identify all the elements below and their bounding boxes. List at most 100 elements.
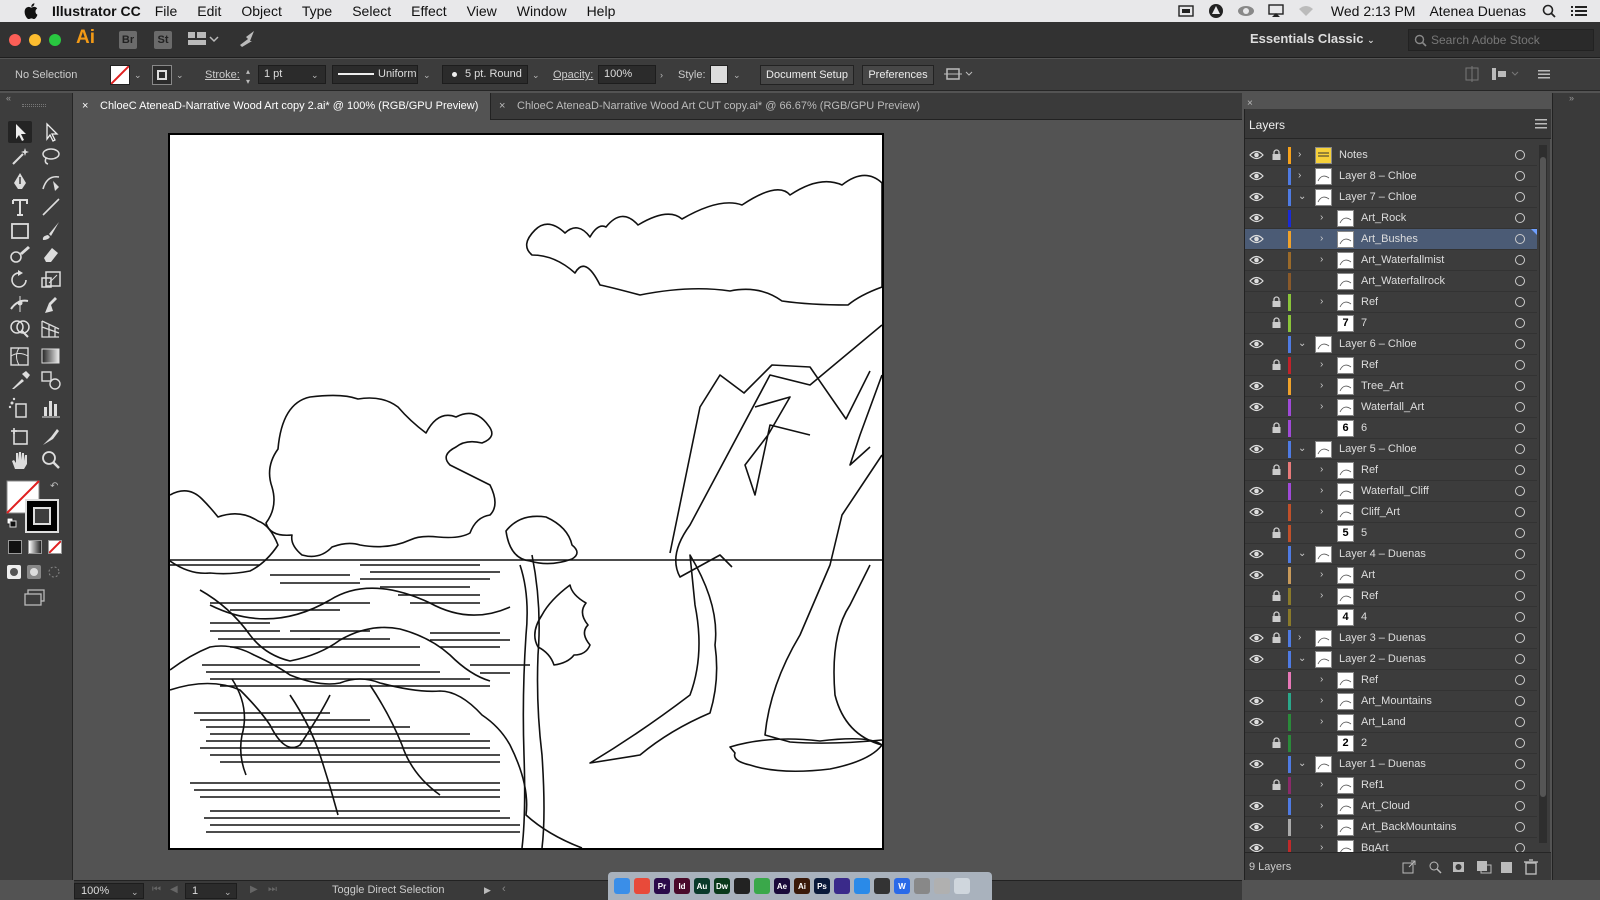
layer-name[interactable]: Layer 4 – Duenas	[1339, 548, 1426, 560]
dock-app-icon[interactable]: Ai	[794, 878, 810, 894]
layer-name[interactable]: Ref	[1361, 296, 1378, 308]
tab-document-1[interactable]: × ChloeC AteneaD-Narrative Wood Art copy…	[74, 93, 490, 120]
scale-tool-icon[interactable]	[39, 269, 63, 291]
app-name-menu[interactable]: Illustrator CC	[52, 3, 141, 19]
chevron-right-icon[interactable]: ›	[1298, 170, 1308, 182]
layer-name[interactable]: 6	[1361, 422, 1367, 434]
visibility-eye-icon[interactable]	[1249, 779, 1264, 791]
layer-row[interactable]: › Layer 3 – Duenas	[1245, 628, 1537, 649]
menu-file[interactable]: File	[155, 3, 178, 19]
sublayer-row[interactable]: 66	[1245, 418, 1537, 439]
chevron-right-icon[interactable]: ›	[1320, 380, 1330, 392]
rotate-tool-icon[interactable]	[8, 269, 32, 291]
lock-icon[interactable]	[1271, 737, 1282, 749]
chevron-right-icon[interactable]: ›	[1320, 359, 1330, 371]
visibility-eye-icon[interactable]	[1249, 821, 1264, 833]
make-clipping-mask-icon[interactable]	[1449, 857, 1473, 879]
layer-name[interactable]: Layer 6 – Chloe	[1339, 338, 1417, 350]
target-circle-icon[interactable]	[1515, 612, 1525, 622]
lock-icon[interactable]	[1271, 149, 1282, 161]
layer-name[interactable]: Cliff_Art	[1361, 506, 1400, 518]
close-tab-icon[interactable]: ×	[82, 93, 88, 120]
chevron-right-icon[interactable]: ›	[1320, 233, 1330, 245]
dock-app-icon[interactable]: Ae	[774, 878, 790, 894]
layers-scrollbar[interactable]	[1539, 145, 1547, 843]
preferences-button[interactable]: Preferences	[862, 65, 934, 85]
type-tool-icon[interactable]	[8, 196, 32, 218]
lock-icon[interactable]	[1271, 233, 1282, 245]
dock-app-icon[interactable]	[734, 878, 750, 894]
sublayer-row[interactable]: › Art_Cloud	[1245, 796, 1537, 817]
window-minimize-button[interactable]	[29, 34, 41, 46]
visibility-eye-icon[interactable]	[1249, 527, 1264, 539]
layer-row[interactable]: › Layer 8 – Chloe	[1245, 166, 1537, 187]
layer-row[interactable]: ⌄ Layer 7 – Chloe	[1245, 187, 1537, 208]
chevron-right-icon[interactable]: ›	[1320, 779, 1330, 791]
shape-builder-tool-icon[interactable]	[8, 317, 32, 339]
perspective-grid-tool-icon[interactable]	[39, 317, 63, 339]
layer-name[interactable]: Tree_Art	[1361, 380, 1403, 392]
sync-icon[interactable]	[1237, 4, 1255, 18]
layer-name[interactable]: Layer 8 – Chloe	[1339, 170, 1417, 182]
slice-tool-icon[interactable]	[39, 425, 63, 447]
layer-name[interactable]: Notes	[1339, 149, 1368, 161]
layer-name[interactable]: Ref	[1361, 590, 1378, 602]
layer-name[interactable]: Art_Cloud	[1361, 800, 1410, 812]
swap-fill-stroke-icon[interactable]: ↶	[50, 481, 58, 492]
lock-icon[interactable]	[1271, 506, 1282, 518]
artwork[interactable]	[170, 135, 882, 848]
symbol-sprayer-tool-icon[interactable]	[8, 397, 32, 419]
close-panel-icon[interactable]: ×	[1247, 98, 1253, 109]
visibility-eye-icon[interactable]	[1249, 359, 1264, 371]
sublayer-row[interactable]: › Art_Land	[1245, 712, 1537, 733]
target-circle-icon[interactable]	[1515, 171, 1525, 181]
menu-type[interactable]: Type	[302, 3, 332, 19]
chevron-right-icon[interactable]: ›	[1320, 212, 1330, 224]
align-icon[interactable]	[1462, 64, 1486, 86]
visibility-eye-icon[interactable]	[1249, 506, 1264, 518]
target-circle-icon[interactable]	[1515, 654, 1525, 664]
target-circle-icon[interactable]	[1515, 255, 1525, 265]
target-circle-icon[interactable]	[1515, 822, 1525, 832]
target-circle-icon[interactable]	[1515, 549, 1525, 559]
chevron-down-icon[interactable]: ⌄	[1298, 443, 1308, 455]
sublayer-row[interactable]: › Art_BackMountains	[1245, 817, 1537, 838]
magic-wand-tool-icon[interactable]	[8, 145, 32, 167]
stroke-swatch[interactable]	[152, 65, 172, 85]
layer-row[interactable]: ⌄ Layer 2 – Duenas	[1245, 649, 1537, 670]
target-circle-icon[interactable]	[1515, 717, 1525, 727]
visibility-eye-icon[interactable]	[1249, 254, 1264, 266]
sublayer-row[interactable]: 55	[1245, 523, 1537, 544]
lock-icon[interactable]	[1271, 485, 1282, 497]
dock-app-icon[interactable]	[914, 878, 930, 894]
expand-panels-icon[interactable]: »	[1569, 93, 1574, 103]
target-circle-icon[interactable]	[1515, 633, 1525, 643]
menu-object[interactable]: Object	[241, 3, 281, 19]
chevron-right-icon[interactable]: ›	[1298, 632, 1308, 644]
visibility-eye-icon[interactable]	[1249, 548, 1264, 560]
chevron-right-icon[interactable]: ›	[1320, 716, 1330, 728]
chevron-right-icon[interactable]: ›	[1320, 485, 1330, 497]
none-mode-icon[interactable]	[48, 540, 62, 554]
visibility-eye-icon[interactable]	[1249, 233, 1264, 245]
sublayer-row[interactable]: › Art	[1245, 565, 1537, 586]
lock-icon[interactable]	[1271, 275, 1282, 287]
layer-name[interactable]: Art	[1361, 569, 1375, 581]
layer-name[interactable]: Ref	[1361, 464, 1378, 476]
chevron-right-icon[interactable]: ›	[1320, 821, 1330, 833]
first-artboard-icon[interactable]: ⏮	[152, 884, 161, 895]
adobe-stock-search-input[interactable]: Search Adobe Stock	[1408, 29, 1594, 51]
puppet-warp-tool-icon[interactable]	[39, 293, 63, 315]
menu-effect[interactable]: Effect	[411, 3, 447, 19]
visibility-eye-icon[interactable]	[1249, 212, 1264, 224]
visibility-eye-icon[interactable]	[1249, 485, 1264, 497]
visibility-eye-icon[interactable]	[1249, 422, 1264, 434]
layer-name[interactable]: Waterfall_Cliff	[1361, 485, 1429, 497]
display-icon[interactable]	[1177, 4, 1195, 18]
layer-row[interactable]: › Notes	[1245, 145, 1537, 166]
lock-icon[interactable]	[1271, 422, 1282, 434]
target-circle-icon[interactable]	[1515, 465, 1525, 475]
visibility-eye-icon[interactable]	[1249, 569, 1264, 581]
dock-app-icon[interactable]: Ps	[814, 878, 830, 894]
panel-menu-icon[interactable]	[1535, 118, 1547, 129]
